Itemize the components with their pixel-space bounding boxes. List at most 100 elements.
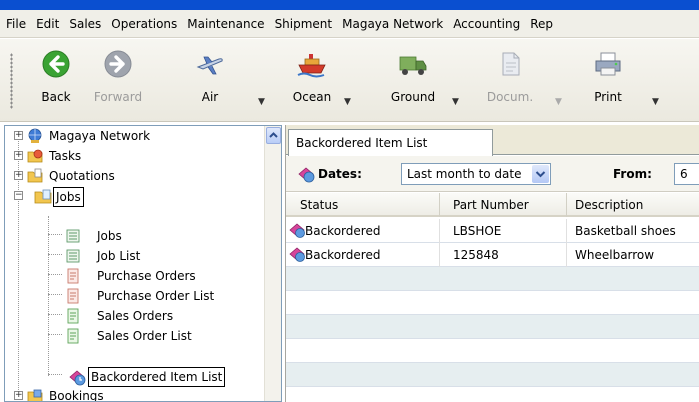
dates-dropdown-button[interactable] — [532, 165, 549, 183]
tab-strip: Backordered Item List — [286, 125, 699, 156]
documents-button[interactable]: Docum. — [480, 49, 540, 104]
chevron-down-icon — [535, 171, 546, 178]
backorder-icon — [298, 167, 315, 183]
menu-sales[interactable]: Sales — [64, 10, 106, 38]
tree-scrollbar[interactable] — [264, 126, 281, 401]
dates-select-value: Last month to date — [407, 167, 522, 181]
tree-item-quotations[interactable]: + Quotations — [5, 166, 265, 186]
sales-order-list-icon — [67, 328, 79, 344]
back-label: Back — [41, 90, 71, 104]
status-text: Backordered — [305, 248, 381, 262]
truck-icon — [399, 56, 427, 75]
documents-label: Docum. — [486, 90, 534, 104]
tree-item-magaya-network[interactable]: + Magaya Network — [5, 126, 265, 146]
column-header-part-number[interactable]: Part Number — [440, 193, 567, 217]
bookings-icon — [27, 389, 43, 401]
collapse-toggle[interactable]: − — [14, 191, 23, 200]
ocean-button[interactable]: Ocean — [282, 49, 342, 104]
documents-dropdown-arrow[interactable]: ▼ — [555, 97, 562, 107]
status-text: Backordered — [305, 224, 381, 238]
menu-edit[interactable]: Edit — [31, 10, 64, 38]
backorder-status-icon — [289, 223, 305, 238]
main-toolbar: Back Forward Air ▼ Ocean ▼ Ground ▼ Docu… — [0, 39, 699, 122]
menu-operations[interactable]: Operations — [106, 10, 182, 38]
empty-row — [286, 267, 699, 291]
menu-shipment[interactable]: Shipment — [270, 10, 338, 38]
content-pane: Backordered Item List Dates: Last month … — [285, 125, 699, 402]
forward-button[interactable]: Forward — [88, 49, 148, 104]
purchase-order-list-icon — [67, 288, 79, 304]
print-dropdown-arrow[interactable]: ▼ — [652, 97, 659, 107]
menu-bar: File Edit Sales Operations Maintenance S… — [0, 10, 699, 38]
printer-icon — [595, 52, 621, 76]
empty-row — [286, 339, 699, 363]
list-icon — [66, 249, 80, 263]
table-row[interactable]: Backordered 125848 Wheelbarrow — [286, 243, 699, 267]
sales-order-icon — [67, 308, 79, 324]
description-cell: Basketball shoes — [575, 224, 676, 238]
forward-arrow-icon — [104, 50, 132, 78]
tab-backordered-item-list[interactable]: Backordered Item List — [288, 129, 493, 156]
tree-item-jobs[interactable]: − Jobs — [5, 186, 265, 207]
menu-accounting[interactable]: Accounting — [448, 10, 525, 38]
expand-toggle[interactable]: + — [14, 171, 23, 180]
menu-maintenance[interactable]: Maintenance — [182, 10, 269, 38]
tree-item-tasks[interactable]: + Tasks — [5, 146, 265, 166]
from-label: From: — [613, 167, 652, 181]
ocean-dropdown-arrow[interactable]: ▼ — [344, 97, 351, 107]
backorder-status-icon — [289, 247, 305, 262]
window-title-strip — [0, 0, 699, 10]
dates-label: Dates: — [318, 167, 362, 181]
empty-row — [286, 315, 699, 339]
print-button[interactable]: Print — [578, 49, 638, 104]
tree-item-backordered-item-list[interactable]: Backordered Item List — [5, 366, 265, 387]
column-header-description[interactable]: Description — [567, 193, 699, 217]
tree-item-sales-orders[interactable]: Sales Orders — [5, 306, 265, 326]
backorder-icon — [69, 370, 86, 386]
menu-magaya-network[interactable]: Magaya Network — [337, 10, 448, 38]
network-icon — [28, 128, 42, 143]
tree-item-job-list[interactable]: Job List — [5, 246, 265, 266]
expand-toggle[interactable]: + — [14, 391, 23, 400]
chevron-up-icon — [269, 132, 278, 138]
status-cell: Backordered — [286, 243, 440, 267]
empty-row — [286, 387, 699, 402]
dates-select[interactable]: Last month to date — [401, 163, 551, 185]
print-label: Print — [594, 90, 622, 104]
grid-header: Status Part Number Description — [286, 193, 699, 217]
airplane-icon — [196, 56, 223, 75]
tab-label: Backordered Item List — [296, 136, 428, 150]
ground-label: Ground — [390, 90, 436, 104]
expand-toggle[interactable]: + — [14, 151, 23, 160]
tree-item-sales-order-list[interactable]: Sales Order List — [5, 326, 265, 346]
filter-bar: Dates: Last month to date From: 6 — [286, 156, 699, 192]
forward-label: Forward — [93, 90, 143, 104]
back-arrow-icon — [42, 50, 70, 78]
quotations-icon — [27, 168, 43, 183]
tree-item-purchase-order-list[interactable]: Purchase Order List — [5, 286, 265, 306]
from-date-value: 6 — [680, 167, 688, 181]
from-date-field[interactable]: 6 — [674, 163, 699, 185]
menu-file[interactable]: File — [0, 10, 31, 38]
air-dropdown-arrow[interactable]: ▼ — [258, 97, 265, 107]
ground-dropdown-arrow[interactable]: ▼ — [452, 97, 459, 107]
column-header-status[interactable]: Status — [286, 193, 440, 217]
back-button[interactable]: Back — [26, 49, 86, 104]
ground-button[interactable]: Ground — [383, 49, 443, 104]
toolbar-grip[interactable] — [10, 53, 13, 109]
air-button[interactable]: Air — [180, 49, 240, 104]
air-label: Air — [201, 90, 219, 104]
purchase-order-icon — [67, 268, 79, 284]
menu-reports[interactable]: Rep — [525, 10, 558, 38]
tree-item-purchase-orders[interactable]: Purchase Orders — [5, 266, 265, 286]
part-number-cell: LBSHOE — [440, 219, 567, 243]
tree-item-bookings[interactable]: + Bookings — [5, 386, 265, 401]
tree-item-jobs-child[interactable]: Jobs — [5, 226, 265, 246]
jobs-folder-icon — [34, 189, 52, 204]
description-cell: Wheelbarrow — [575, 248, 655, 262]
ocean-label: Ocean — [292, 90, 332, 104]
empty-row — [286, 291, 699, 315]
table-row[interactable]: Backordered LBSHOE Basketball shoes — [286, 219, 699, 243]
scroll-up-button[interactable] — [266, 127, 281, 144]
expand-toggle[interactable]: + — [14, 131, 23, 140]
